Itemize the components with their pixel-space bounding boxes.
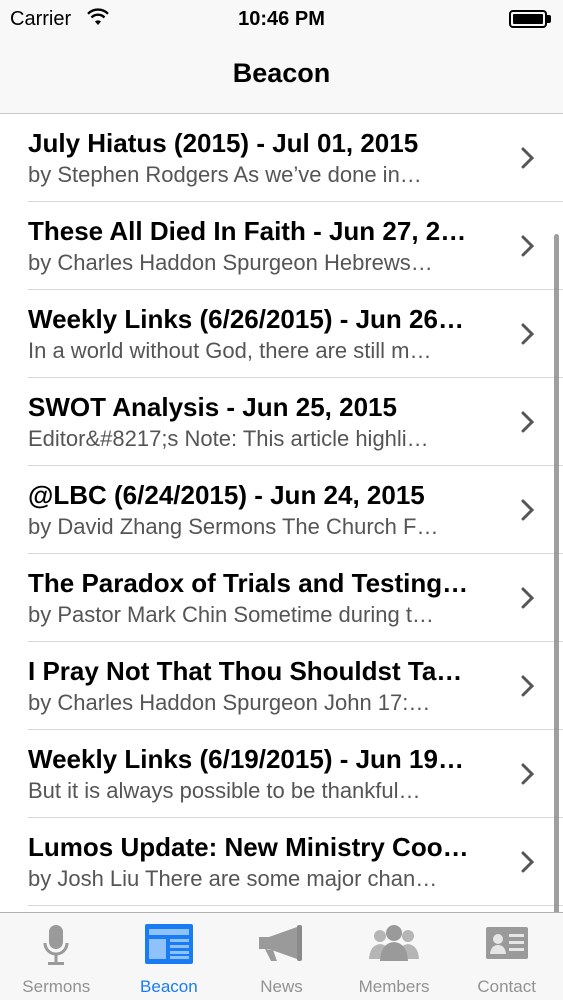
item-subtitle: In a world without God, there are still … bbox=[28, 338, 432, 363]
list-item[interactable]: Weekly Links (6/26/2015) - Jun 26… In a … bbox=[0, 290, 563, 378]
chevron-right-icon bbox=[521, 763, 535, 785]
chevron-right-icon bbox=[521, 851, 535, 873]
item-subtitle: by Charles Haddon Spurgeon John 17:… bbox=[28, 690, 431, 715]
item-title: Weekly Links (6/19/2015) - Jun 19… bbox=[28, 744, 464, 774]
contact-card-icon bbox=[485, 927, 528, 959]
item-subtitle: Editor&#8217;s Note: This article highli… bbox=[28, 426, 429, 451]
list-item[interactable]: The Paradox of Trials and Testing… by Pa… bbox=[0, 554, 563, 642]
tab-label: Members bbox=[358, 977, 430, 996]
list-item[interactable]: I Pray Not That Thou Shouldst Ta… by Cha… bbox=[0, 642, 563, 730]
list-item[interactable]: Weekly Links (6/19/2015) - Jun 19… But i… bbox=[0, 730, 563, 818]
tab-beacon[interactable]: Beacon bbox=[113, 913, 226, 1000]
item-title: July Hiatus (2015) - Jul 01, 2015 bbox=[28, 128, 419, 158]
tab-label: News bbox=[260, 977, 303, 996]
scrollbar[interactable] bbox=[554, 234, 559, 912]
newspaper-icon bbox=[144, 924, 193, 964]
list-item[interactable]: These All Died In Faith - Jun 27, 2… by … bbox=[0, 202, 563, 290]
chevron-right-icon bbox=[521, 147, 535, 169]
tab-label: Sermons bbox=[22, 977, 91, 996]
item-subtitle: by Pastor Mark Chin Sometime during t… bbox=[28, 602, 434, 627]
tab-bar: Sermons Beacon News Members Contact bbox=[0, 912, 563, 1000]
item-title: These All Died In Faith - Jun 27, 2… bbox=[28, 216, 467, 246]
chevron-right-icon bbox=[521, 499, 535, 521]
chevron-right-icon bbox=[521, 323, 535, 345]
battery-icon bbox=[509, 10, 551, 28]
status-bar: Carrier 10:46 PM bbox=[0, 0, 563, 40]
status-time: 10:46 PM bbox=[238, 8, 325, 30]
chevron-right-icon bbox=[521, 235, 535, 257]
chevron-right-icon bbox=[521, 675, 535, 697]
item-title: The Paradox of Trials and Testing… bbox=[28, 568, 469, 598]
item-title: SWOT Analysis - Jun 25, 2015 bbox=[28, 392, 397, 422]
tab-sermons[interactable]: Sermons bbox=[0, 913, 113, 1000]
tab-members[interactable]: Members bbox=[338, 913, 451, 1000]
item-subtitle: But it is always possible to be thankful… bbox=[28, 778, 421, 803]
item-title: Lumos Update: New Ministry Coo… bbox=[28, 832, 469, 862]
list-item[interactable]: July Hiatus (2015) - Jul 01, 2015 by Ste… bbox=[0, 114, 563, 202]
list-item[interactable]: SWOT Analysis - Jun 25, 2015 Editor&#821… bbox=[0, 378, 563, 466]
item-subtitle: by Charles Haddon Spurgeon Hebrews… bbox=[28, 250, 433, 275]
item-subtitle: by David Zhang Sermons The Church F… bbox=[28, 514, 439, 539]
tab-label: Beacon bbox=[140, 977, 198, 996]
item-subtitle: by Josh Liu There are some major chan… bbox=[28, 866, 438, 891]
tab-label: Contact bbox=[477, 977, 536, 996]
megaphone-icon bbox=[259, 925, 303, 961]
list-item[interactable]: Lumos Update: New Ministry Coo… by Josh … bbox=[0, 818, 563, 906]
list-item[interactable]: @LBC (6/24/2015) - Jun 24, 2015 by David… bbox=[0, 466, 563, 554]
article-list[interactable]: July Hiatus (2015) - Jul 01, 2015 by Ste… bbox=[0, 114, 563, 912]
item-subtitle: by Stephen Rodgers As we’ve done in… bbox=[28, 162, 422, 187]
people-icon bbox=[369, 925, 420, 961]
tab-contact[interactable]: Contact bbox=[450, 913, 563, 1000]
page-title: Beacon bbox=[232, 58, 331, 88]
microphone-icon bbox=[43, 925, 69, 965]
item-title: Weekly Links (6/26/2015) - Jun 26… bbox=[28, 304, 464, 334]
tab-news[interactable]: News bbox=[225, 913, 338, 1000]
navigation-bar: Beacon bbox=[0, 40, 563, 114]
chevron-right-icon bbox=[521, 411, 535, 433]
item-title: I Pray Not That Thou Shouldst Ta… bbox=[28, 656, 463, 686]
chevron-right-icon bbox=[521, 587, 535, 609]
item-title: @LBC (6/24/2015) - Jun 24, 2015 bbox=[28, 480, 425, 510]
